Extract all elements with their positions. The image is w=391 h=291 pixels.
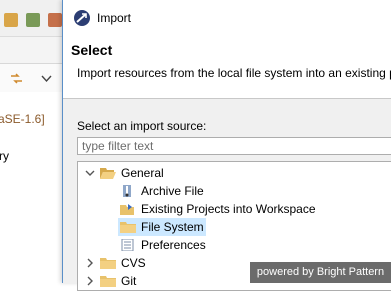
tree-item-git[interactable]: Git <box>84 272 136 290</box>
link-editor-icon[interactable] <box>10 72 23 85</box>
folder-icon <box>100 258 116 269</box>
chevron-down-icon[interactable] <box>40 72 53 85</box>
archive-file-icon <box>123 185 131 197</box>
tree-item-label: Archive File <box>141 184 204 198</box>
dialog-title: Import <box>97 11 132 25</box>
workbench-viewbar <box>0 64 70 92</box>
eclipse-import-icon <box>74 10 90 26</box>
toolbar-icon[interactable] <box>4 13 18 27</box>
banner-description: Import resources from the local file sys… <box>77 66 391 80</box>
dialog-body: Select an import source: General Archive… <box>63 99 391 291</box>
chevron-down-icon[interactable] <box>84 167 96 179</box>
tree-item-file-system[interactable]: File System <box>118 218 206 236</box>
folder-icon <box>120 222 136 233</box>
import-dialog: Import Select Import resources from the … <box>62 0 391 291</box>
workbench-tabstrip <box>0 37 70 64</box>
tree-item-existing-projects[interactable]: Existing Projects into Workspace <box>120 200 316 218</box>
chevron-right-icon[interactable] <box>84 257 96 269</box>
folder-open-icon <box>100 168 116 179</box>
dialog-titlebar[interactable]: Import <box>63 0 391 36</box>
folder-icon <box>100 276 116 287</box>
workbench-background: aSE-1.6] ry <box>0 0 70 283</box>
tree-item-label: CVS <box>121 256 146 270</box>
tree-item-label: Preferences <box>141 238 206 252</box>
jre-library-label: aSE-1.6] <box>0 112 45 126</box>
chevron-right-icon[interactable] <box>84 275 96 287</box>
tree-item-label: Git <box>121 274 137 288</box>
tree-item-general[interactable]: General <box>84 164 164 182</box>
toolbar-icon[interactable] <box>48 13 62 27</box>
banner-heading: Select <box>71 42 113 58</box>
existing-projects-icon <box>120 204 134 215</box>
filter-input[interactable] <box>77 137 391 155</box>
watermark-badge: powered by Bright Pattern <box>250 262 391 283</box>
tree-item-preferences[interactable]: Preferences <box>120 236 206 254</box>
tree-item-fragment: ry <box>0 149 9 163</box>
import-source-label: Select an import source: <box>77 119 207 133</box>
toolbar-icon[interactable] <box>26 13 40 27</box>
preferences-icon <box>121 239 134 251</box>
tree-item-label: General <box>121 166 164 180</box>
workbench-toolbar <box>0 0 70 37</box>
tree-item-label: Existing Projects into Workspace <box>141 202 316 216</box>
dialog-banner: Select Import resources from the local f… <box>63 36 391 99</box>
tree-item-archive-file[interactable]: Archive File <box>120 182 204 200</box>
tree-item-cvs[interactable]: CVS <box>84 254 146 272</box>
tree-item-label: File System <box>141 220 204 234</box>
